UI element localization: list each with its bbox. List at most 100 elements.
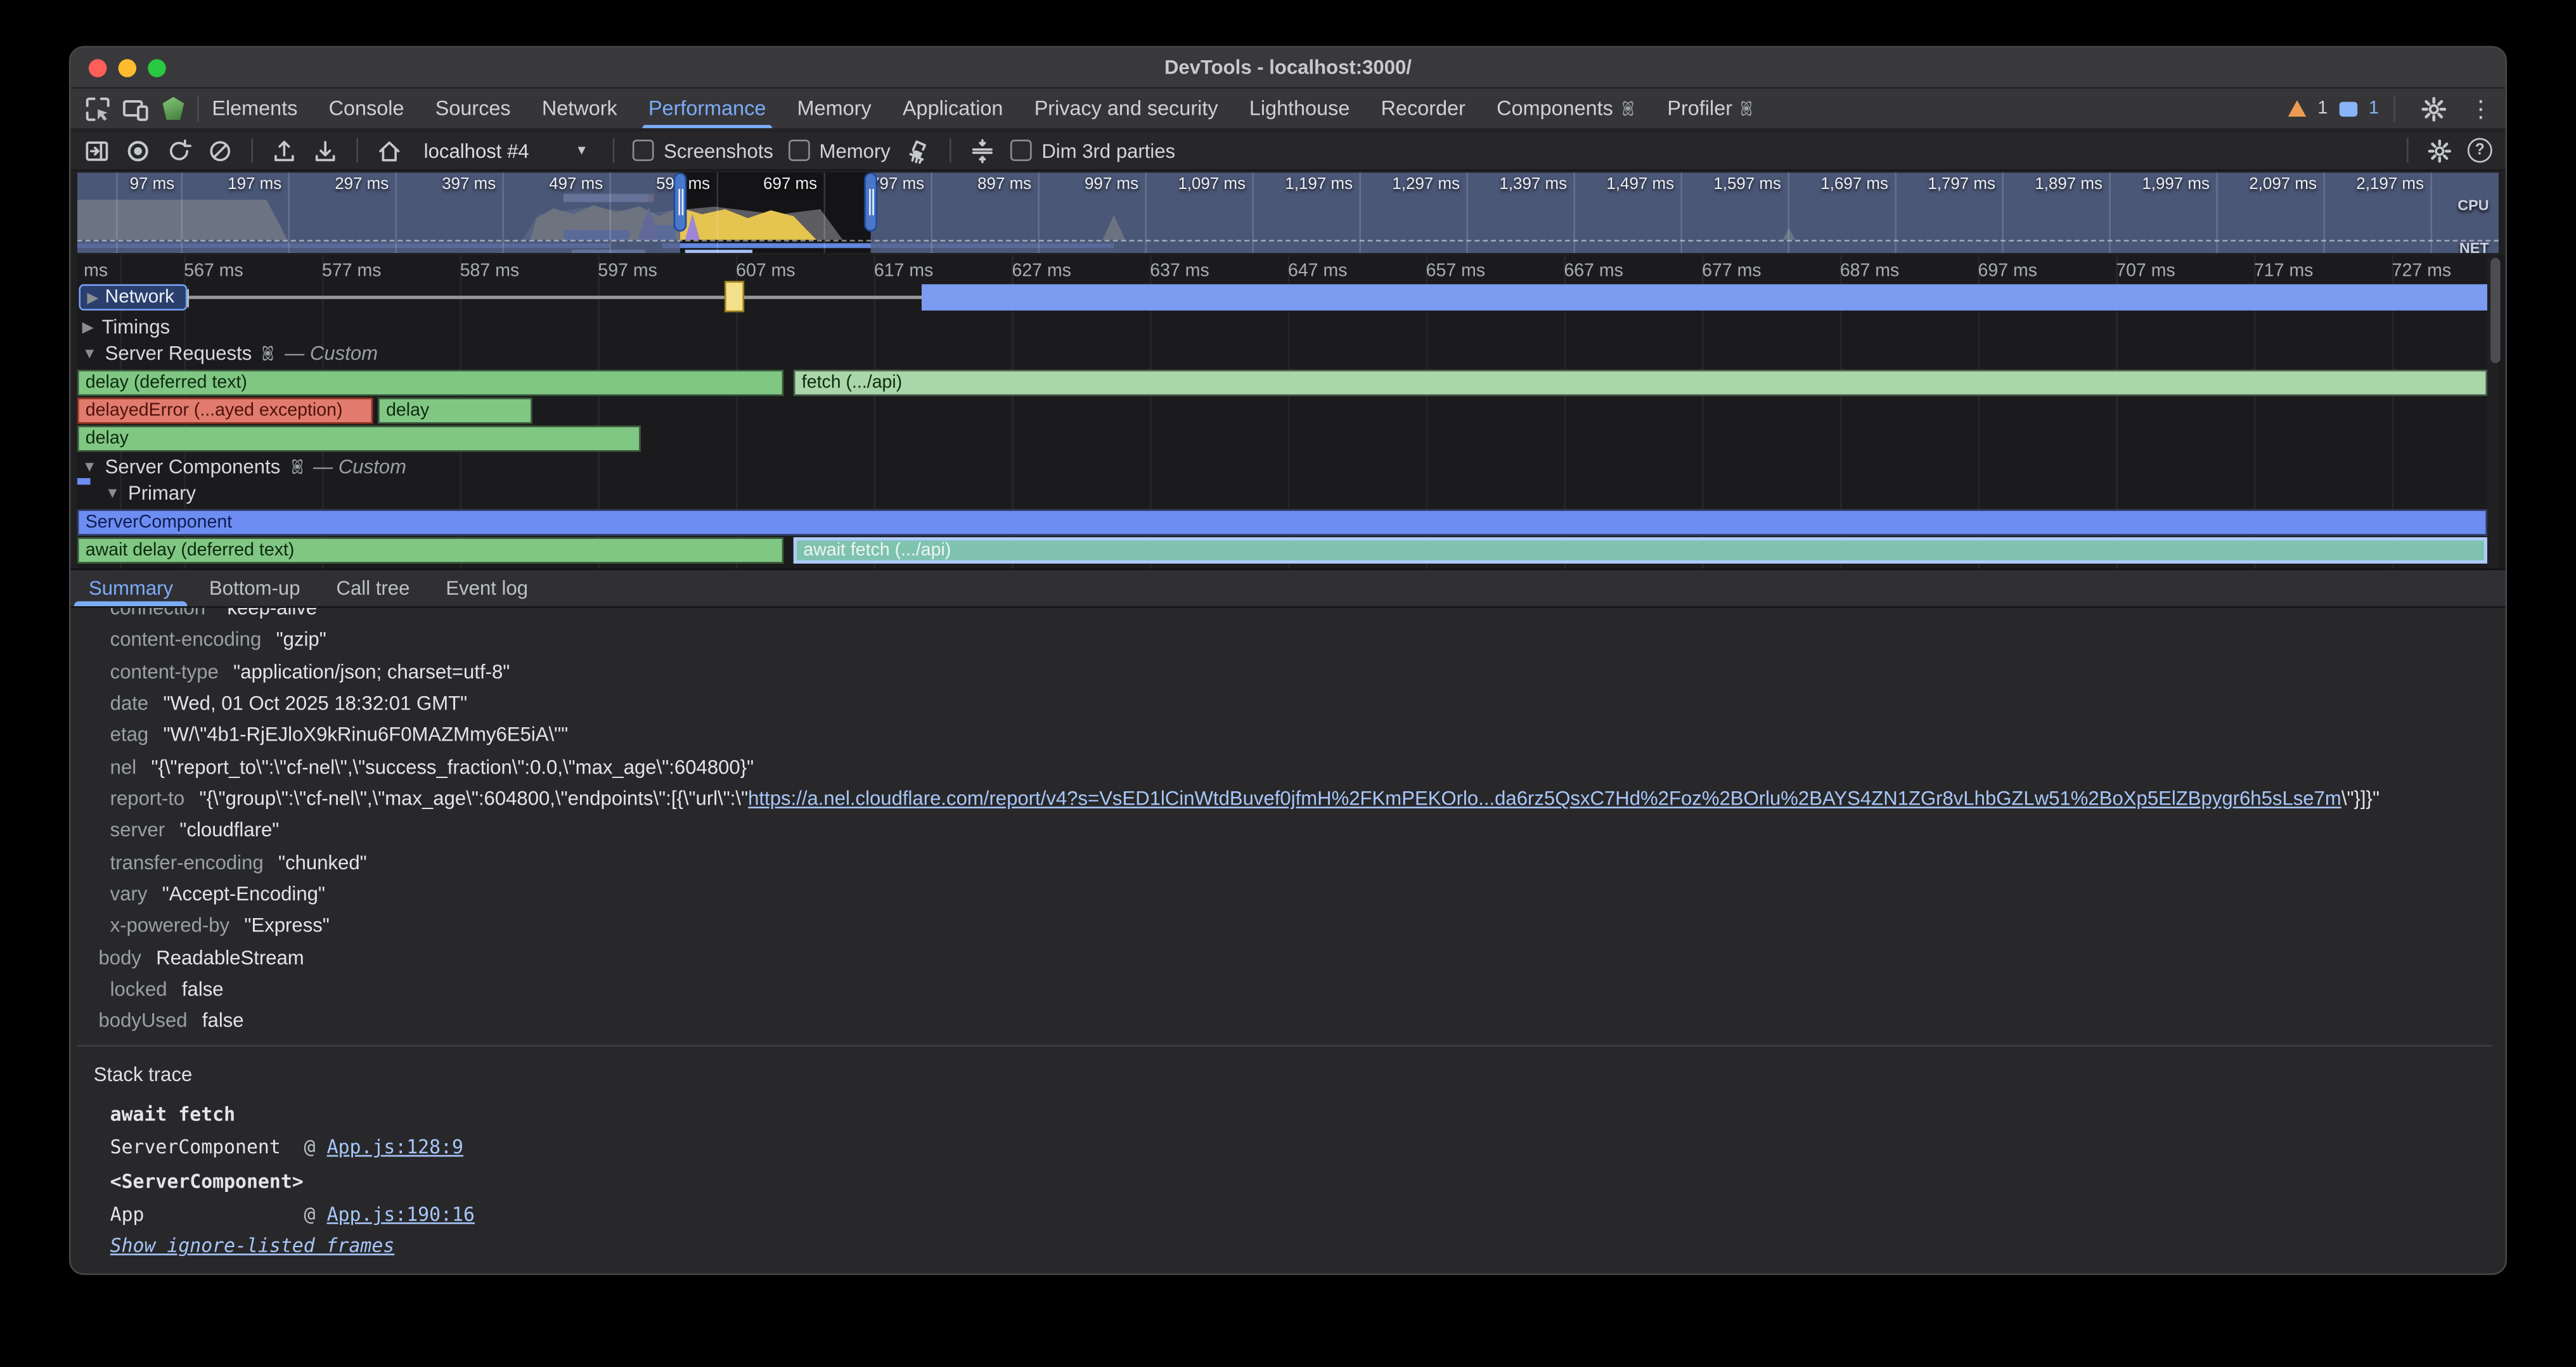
window-right-handle[interactable] bbox=[864, 172, 877, 231]
timings-track-label[interactable]: ▶ Timings bbox=[82, 316, 171, 339]
overview-tick-label: 1,397 ms bbox=[1472, 176, 1567, 194]
home-icon[interactable] bbox=[377, 137, 402, 163]
timeline-event-bar[interactable]: delay bbox=[77, 425, 641, 451]
dim-third-parties-checkbox[interactable]: Dim 3rd parties bbox=[1010, 139, 1175, 162]
timeline-event-bar[interactable]: delay bbox=[378, 398, 532, 424]
devtools-tab[interactable]: Lighthouse bbox=[1249, 89, 1350, 128]
collapsed-triangle-icon[interactable]: ▶ bbox=[87, 288, 98, 307]
show-ignore-listed-link[interactable]: Show ignore-listed frames bbox=[110, 1234, 395, 1257]
screenshots-checkbox[interactable]: Screenshots bbox=[633, 139, 773, 162]
upload-profile-icon[interactable] bbox=[271, 137, 297, 163]
network-request-bar[interactable] bbox=[922, 284, 2487, 310]
stack-trace-title: Stack trace bbox=[94, 1058, 2492, 1091]
overview-tick-label: 297 ms bbox=[293, 176, 389, 194]
warning-icon[interactable] bbox=[2288, 100, 2307, 117]
react-atom-icon bbox=[1620, 100, 1636, 117]
issues-icon[interactable] bbox=[2339, 101, 2357, 115]
report-url-link[interactable]: https://a.nel.cloudflare.com/report/v4?s… bbox=[748, 787, 2341, 810]
net-strip-label: NET bbox=[2459, 240, 2489, 253]
frame-at: @ bbox=[304, 1198, 315, 1231]
property-value: false bbox=[182, 978, 224, 1001]
expanded-triangle-icon[interactable]: ▼ bbox=[82, 458, 97, 475]
tabbar-right-controls: 1 1 ⋮ bbox=[2288, 94, 2492, 122]
reload-record-icon[interactable] bbox=[166, 137, 192, 163]
checkbox-box[interactable] bbox=[633, 139, 654, 161]
help-icon[interactable]: ? bbox=[2468, 138, 2492, 163]
property-row: content-type"application/json; charset=u… bbox=[77, 657, 2492, 689]
garbage-collect-icon[interactable] bbox=[905, 137, 931, 163]
more-menu-icon[interactable]: ⋮ bbox=[2469, 97, 2492, 120]
devtools-tab[interactable]: Profiler bbox=[1667, 89, 1755, 128]
timeline-event-bar[interactable]: delay (deferred text) bbox=[77, 370, 783, 396]
devtools-tab[interactable]: Application bbox=[903, 89, 1003, 128]
selected-timeline-event-bar[interactable]: await fetch (.../api) bbox=[794, 537, 2487, 563]
flame-chart[interactable]: ms 567 ms577 ms587 ms597 ms607 ms617 ms6… bbox=[77, 255, 2487, 569]
window-left-handle[interactable] bbox=[674, 172, 687, 231]
source-location-link[interactable]: App.js:190:16 bbox=[327, 1198, 475, 1231]
property-row: bodyReadableStream bbox=[77, 943, 2492, 975]
overview-tick-label: 1,197 ms bbox=[1258, 176, 1353, 194]
selected-network-request[interactable] bbox=[724, 281, 744, 312]
timeline-event-bar[interactable]: await delay (deferred text) bbox=[77, 537, 783, 563]
memory-checkbox[interactable]: Memory bbox=[788, 139, 891, 162]
overview-tick-label: 997 ms bbox=[1043, 176, 1138, 194]
overview-tick-label: 1,597 ms bbox=[1686, 176, 1781, 194]
timeline-event-bar-error[interactable]: delayedError (...ayed exception) bbox=[77, 398, 373, 424]
overview-tick-label: 497 ms bbox=[508, 176, 603, 194]
stack-frame: App @ App.js:190:16 bbox=[110, 1198, 2492, 1231]
frame-function: App bbox=[110, 1198, 304, 1231]
warning-count: 1 bbox=[2317, 98, 2328, 118]
devtools-tab[interactable]: Network bbox=[542, 89, 617, 128]
settings-gear-icon[interactable] bbox=[2420, 94, 2448, 122]
collapse-chart-icon[interactable] bbox=[969, 137, 995, 163]
device-toolbar-icon[interactable] bbox=[122, 94, 150, 122]
overview-tick-label: 1,997 ms bbox=[2115, 176, 2210, 194]
collapsed-triangle-icon[interactable]: ▶ bbox=[82, 318, 94, 336]
checkbox-box[interactable] bbox=[788, 139, 809, 161]
cpu-strip-label: CPU bbox=[2457, 197, 2489, 214]
flame-scrollbar-thumb[interactable] bbox=[2490, 258, 2501, 363]
property-row: etag"W/\"4b1-RjEJloX9kRinu6F0MAZMmy6E5iA… bbox=[77, 720, 2492, 752]
expanded-triangle-icon[interactable]: ▼ bbox=[105, 484, 120, 501]
devtools-tab[interactable]: Performance bbox=[648, 89, 766, 128]
property-value: "chunked" bbox=[278, 851, 367, 874]
source-location-link[interactable]: App.js:128:9 bbox=[327, 1131, 463, 1165]
timeline-event-bar[interactable]: fetch (.../api) bbox=[794, 370, 2487, 396]
timeline-overview[interactable]: 97 ms197 ms297 ms397 ms497 ms597 ms697 m… bbox=[77, 172, 2499, 253]
primary-group-label[interactable]: ▼ Primary bbox=[105, 481, 196, 504]
toggle-sidebar-icon[interactable] bbox=[84, 137, 110, 163]
details-tab[interactable]: Summary bbox=[89, 570, 173, 606]
divider bbox=[2407, 138, 2409, 163]
timeline-event-bar[interactable]: ServerComponent bbox=[77, 509, 2487, 535]
property-value: ReadableStream bbox=[156, 946, 304, 969]
server-components-track-label[interactable]: ▼ Server Components — Custom bbox=[82, 455, 406, 478]
inspect-icon[interactable] bbox=[84, 94, 112, 122]
panel-settings-gear-icon[interactable] bbox=[2426, 137, 2452, 163]
devtools-tab[interactable]: Sources bbox=[435, 89, 511, 128]
details-tab[interactable]: Event log bbox=[446, 570, 528, 606]
devtools-tab[interactable]: Elements bbox=[212, 89, 297, 128]
ruler-tick-label: 667 ms bbox=[1564, 261, 1623, 281]
profile-select[interactable]: localhost #4 ▼ bbox=[417, 139, 595, 162]
devtools-tab[interactable]: Privacy and security bbox=[1034, 89, 1218, 128]
network-track-label[interactable]: ▶ Network bbox=[79, 284, 187, 310]
expanded-triangle-icon[interactable]: ▼ bbox=[82, 345, 97, 361]
ruler-tick-label: 567 ms bbox=[184, 261, 243, 281]
toolbar-right-controls: ? bbox=[2404, 137, 2492, 163]
devtools-tab[interactable]: Memory bbox=[797, 89, 872, 128]
record-icon[interactable] bbox=[125, 137, 151, 163]
details-tab[interactable]: Bottom-up bbox=[209, 570, 300, 606]
ruler-tick-label: 647 ms bbox=[1288, 261, 1348, 281]
server-requests-track-label[interactable]: ▼ Server Requests — Custom bbox=[82, 342, 378, 365]
devtools-tab[interactable]: Recorder bbox=[1381, 89, 1465, 128]
devtools-tab[interactable]: Components bbox=[1497, 89, 1636, 128]
download-profile-icon[interactable] bbox=[312, 137, 338, 163]
extension-gem-icon[interactable] bbox=[163, 97, 184, 120]
property-row: content-encoding"gzip" bbox=[77, 625, 2492, 657]
checkbox-box[interactable] bbox=[1010, 139, 1032, 161]
stack-frames: await fetch ServerComponent @ App.js:128… bbox=[110, 1098, 2492, 1231]
clear-icon[interactable] bbox=[207, 137, 233, 163]
property-key: connection bbox=[110, 606, 205, 619]
details-tab[interactable]: Call tree bbox=[337, 570, 410, 606]
devtools-tab[interactable]: Console bbox=[329, 89, 404, 128]
